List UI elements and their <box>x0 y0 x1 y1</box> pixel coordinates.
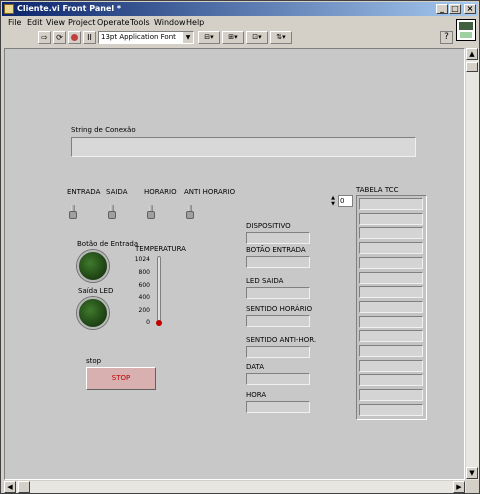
thermometer-bulb <box>156 320 162 326</box>
string-conexao-field[interactable] <box>71 137 416 157</box>
menu-help[interactable]: Help <box>186 18 204 27</box>
resize-objects-icon[interactable]: ⊡▾ <box>246 31 268 44</box>
scroll-up-icon[interactable]: ▲ <box>466 48 478 60</box>
array-element <box>359 345 423 357</box>
thermo-tick: 800 <box>138 269 150 276</box>
reorder-icon[interactable]: ⇅▾ <box>270 31 292 44</box>
led-entrada-label: Botão de Entrada <box>77 240 139 248</box>
indicator-sentido-horario <box>246 315 310 327</box>
indicator-label-led-saida: LED SAIDA <box>246 277 284 285</box>
indicator-label-hora: HORA <box>246 391 267 399</box>
menu-edit[interactable]: Edit <box>27 18 43 27</box>
scroll-left-icon[interactable]: ◀ <box>4 481 16 493</box>
vertical-scrollbar[interactable]: ▲ ▼ <box>466 48 479 480</box>
scroll-right-icon[interactable]: ▶ <box>453 481 465 493</box>
thermo-tick: 1024 <box>134 256 150 263</box>
stop-label: stop <box>86 357 102 365</box>
led-saida[interactable] <box>77 297 109 329</box>
labview-window: Cliente.vi Front Panel * _ □ × File Edit… <box>0 0 480 494</box>
indicator-sentido-anti-horario <box>246 346 310 358</box>
abort-icon[interactable] <box>68 31 81 44</box>
menu-bar: File Edit View Project Operate Tools Win… <box>2 17 442 29</box>
indicator-botao-entrada <box>246 256 310 268</box>
switch-label-saida: SAIDA <box>106 188 128 196</box>
align-objects-icon[interactable]: ⊟▾ <box>198 31 220 44</box>
menu-operate[interactable]: Operate <box>97 18 130 27</box>
indicator-hora <box>246 401 310 413</box>
toggle-saida[interactable] <box>107 205 117 219</box>
array-element <box>359 286 423 299</box>
menu-file[interactable]: File <box>8 18 21 27</box>
vertical-scroll-thumb[interactable] <box>466 62 478 72</box>
array-element <box>359 227 423 240</box>
thermo-tick: 600 <box>138 282 150 289</box>
indicator-dispositivo <box>246 232 310 244</box>
help-icon[interactable]: ? <box>440 31 453 44</box>
array-element <box>359 315 423 328</box>
led-saida-label: Saída LED <box>78 287 114 295</box>
indicator-label-botao-entrada: BOTÃO ENTRADA <box>246 246 306 254</box>
array-element <box>359 403 423 416</box>
array-element <box>359 374 423 387</box>
array-element <box>359 359 423 372</box>
distribute-objects-icon[interactable]: ⊞▾ <box>222 31 244 44</box>
toolbar: ⇨ ⟳ II 13pt Application Font ▼ ⊟▾ ⊞▾ ⊡▾ … <box>2 30 442 47</box>
toggle-anti-horario[interactable] <box>185 205 195 219</box>
array-element <box>359 198 423 210</box>
led-entrada[interactable] <box>77 250 109 282</box>
vi-connector-icon <box>456 19 476 41</box>
run-continuously-icon[interactable]: ⟳ <box>53 31 66 44</box>
font-selector[interactable]: 13pt Application Font ▼ <box>98 31 194 44</box>
indicator-label-data: DATA <box>246 363 265 371</box>
array-index-value[interactable]: 0 <box>338 195 353 207</box>
indicator-data <box>246 373 310 385</box>
indicator-label-dispositivo: DISPOSITIVO <box>246 222 291 230</box>
title-bar: Cliente.vi Front Panel * _ □ × <box>2 2 478 16</box>
array-index[interactable]: ▲ ▼ 0 <box>329 195 354 208</box>
close-button[interactable]: × <box>464 4 476 14</box>
minimize-button[interactable]: _ <box>436 4 448 14</box>
array-element <box>359 271 423 284</box>
horizontal-scroll-thumb[interactable] <box>18 481 30 493</box>
array-element <box>359 242 423 255</box>
run-arrow-icon[interactable]: ⇨ <box>38 31 51 44</box>
maximize-button[interactable]: □ <box>449 4 461 14</box>
switch-label-horario: HORARIO <box>144 188 177 196</box>
menu-view[interactable]: View <box>46 18 65 27</box>
thermometer <box>157 256 161 326</box>
menu-window[interactable]: Window <box>154 18 186 27</box>
array-element <box>359 330 423 343</box>
switch-label-anti-horario: ANTI HORARIO <box>184 188 236 196</box>
toggle-horario[interactable] <box>146 205 156 219</box>
horizontal-scrollbar[interactable]: ◀ ▶ <box>4 481 466 493</box>
array-element <box>359 212 423 225</box>
indicator-led-saida <box>246 287 310 299</box>
menu-tools[interactable]: Tools <box>130 18 150 27</box>
array-element <box>359 256 423 269</box>
array-element <box>359 300 423 313</box>
switch-label-entrada: ENTRADA <box>67 188 101 196</box>
string-label: String de Conexão <box>71 126 136 134</box>
indicator-label-sentido-horario: SENTIDO HORÁRIO <box>246 305 313 313</box>
stop-button[interactable]: STOP <box>86 367 156 390</box>
window-title: Cliente.vi Front Panel * <box>17 4 122 13</box>
array-label: TABELA TCC <box>356 186 399 194</box>
menu-project[interactable]: Project <box>68 18 95 27</box>
chevron-down-icon: ▼ <box>183 32 193 43</box>
thermo-tick: 400 <box>138 294 150 301</box>
index-spinner-icon[interactable]: ▲ ▼ <box>329 195 337 208</box>
scroll-down-icon[interactable]: ▼ <box>466 467 478 479</box>
thermo-tick: 200 <box>138 307 150 314</box>
indicator-label-sentido-anti-horario: SENTIDO ANTI-HOR. <box>246 336 317 344</box>
font-selector-value: 13pt Application Font <box>101 33 176 41</box>
vi-title-icon <box>4 4 14 14</box>
toggle-entrada[interactable] <box>68 205 78 219</box>
array-element <box>359 389 423 402</box>
thermo-tick: 0 <box>146 319 150 326</box>
pause-icon[interactable]: II <box>83 31 96 44</box>
thermometer-label: TEMPERATURA <box>135 245 186 253</box>
